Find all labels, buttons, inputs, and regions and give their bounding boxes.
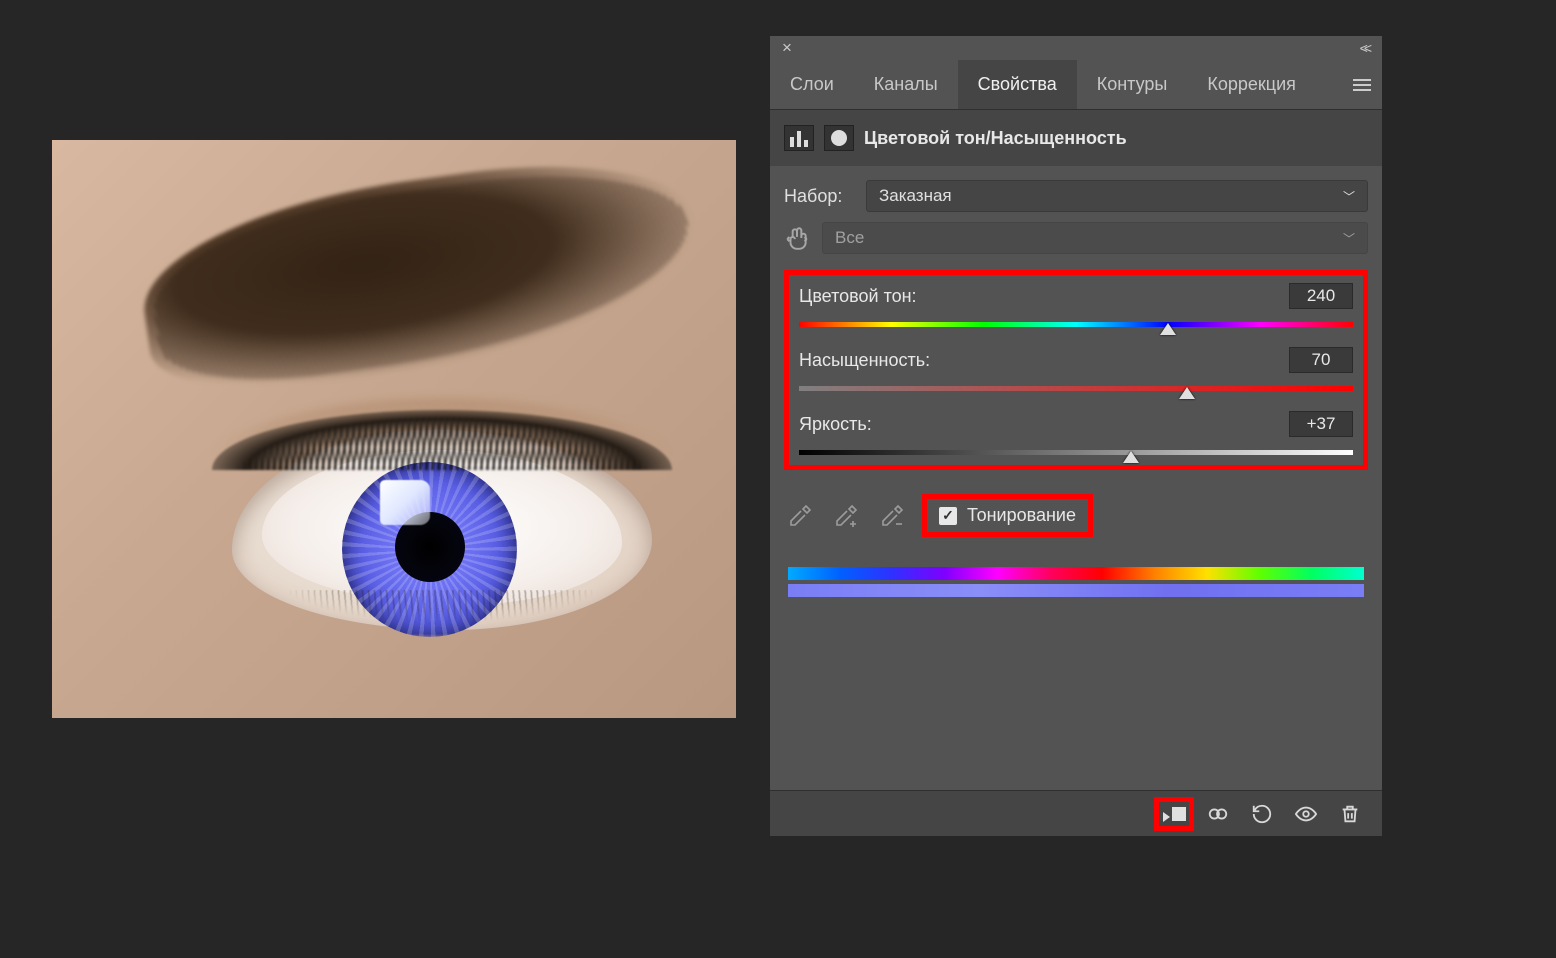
eye-image xyxy=(52,140,736,718)
adjustment-title: Цветовой тон/Насыщенность xyxy=(864,128,1127,149)
tab-layers[interactable]: Слои xyxy=(770,60,854,109)
panel-footer xyxy=(770,790,1382,836)
saturation-track[interactable] xyxy=(799,383,1353,393)
colorize-checkbox[interactable]: ✓ xyxy=(939,507,957,525)
tab-adjustments[interactable]: Коррекция xyxy=(1187,60,1316,109)
saturation-thumb[interactable] xyxy=(1179,387,1195,399)
spectrum-strips xyxy=(784,567,1368,597)
visibility-button[interactable] xyxy=(1286,797,1326,831)
eyedropper-subtract-icon[interactable] xyxy=(876,501,908,531)
input-spectrum[interactable] xyxy=(788,567,1364,580)
eyedropper-add-icon[interactable] xyxy=(830,501,862,531)
hue-saturation-icon[interactable] xyxy=(784,125,814,151)
color-scope-select[interactable]: Все ﹀ xyxy=(822,222,1368,254)
preset-value: Заказная xyxy=(879,186,952,206)
chevron-down-icon: ﹀ xyxy=(1343,188,1355,205)
panel-bar: × << xyxy=(770,36,1382,60)
preset-select[interactable]: Заказная ﹀ xyxy=(866,180,1368,212)
saturation-slider: Насыщенность: 70 xyxy=(799,347,1353,393)
targeted-adjust-icon[interactable] xyxy=(784,225,810,251)
close-icon[interactable]: × xyxy=(776,38,798,58)
controls-area: Набор: Заказная ﹀ Все ﹀ Цветовой тон: 24… xyxy=(770,166,1382,790)
hue-thumb[interactable] xyxy=(1160,323,1176,335)
adjustment-header: Цветовой тон/Насыщенность xyxy=(770,110,1382,166)
output-spectrum[interactable] xyxy=(788,584,1364,597)
hue-slider: Цветовой тон: 240 xyxy=(799,283,1353,329)
canvas[interactable] xyxy=(52,140,736,718)
lightness-thumb[interactable] xyxy=(1123,451,1139,463)
scope-value: Все xyxy=(835,228,864,248)
chevron-down-icon: ﹀ xyxy=(1343,230,1355,247)
tab-paths[interactable]: Контуры xyxy=(1077,60,1188,109)
saturation-value[interactable]: 70 xyxy=(1289,347,1353,373)
hue-value[interactable]: 240 xyxy=(1289,283,1353,309)
colorize-label: Тонирование xyxy=(967,505,1076,526)
lightness-label: Яркость: xyxy=(799,414,872,435)
properties-panel: × << Слои Каналы Свойства Контуры Коррек… xyxy=(770,36,1382,836)
hue-label: Цветовой тон: xyxy=(799,286,917,307)
hue-track[interactable] xyxy=(799,319,1353,329)
panel-menu-button[interactable] xyxy=(1342,60,1382,109)
tab-channels[interactable]: Каналы xyxy=(854,60,958,109)
layer-mask-icon[interactable] xyxy=(824,125,854,151)
preset-label: Набор: xyxy=(784,186,854,207)
collapse-icon[interactable]: << xyxy=(1360,40,1376,56)
colorize-highlight: ✓ Тонирование xyxy=(922,494,1093,537)
tab-properties[interactable]: Свойства xyxy=(958,60,1077,109)
delete-button[interactable] xyxy=(1330,797,1370,831)
view-previous-button[interactable] xyxy=(1198,797,1238,831)
panel-tabs: Слои Каналы Свойства Контуры Коррекция xyxy=(770,60,1382,110)
reset-button[interactable] xyxy=(1242,797,1282,831)
eyedropper-icon[interactable] xyxy=(784,501,816,531)
sliders-highlight: Цветовой тон: 240 Насыщенность: 70 xyxy=(784,270,1368,470)
saturation-label: Насыщенность: xyxy=(799,350,930,371)
lightness-track[interactable] xyxy=(799,447,1353,457)
lightness-slider: Яркость: +37 xyxy=(799,411,1353,457)
lightness-value[interactable]: +37 xyxy=(1289,411,1353,437)
clip-to-layer-button[interactable] xyxy=(1154,797,1194,831)
